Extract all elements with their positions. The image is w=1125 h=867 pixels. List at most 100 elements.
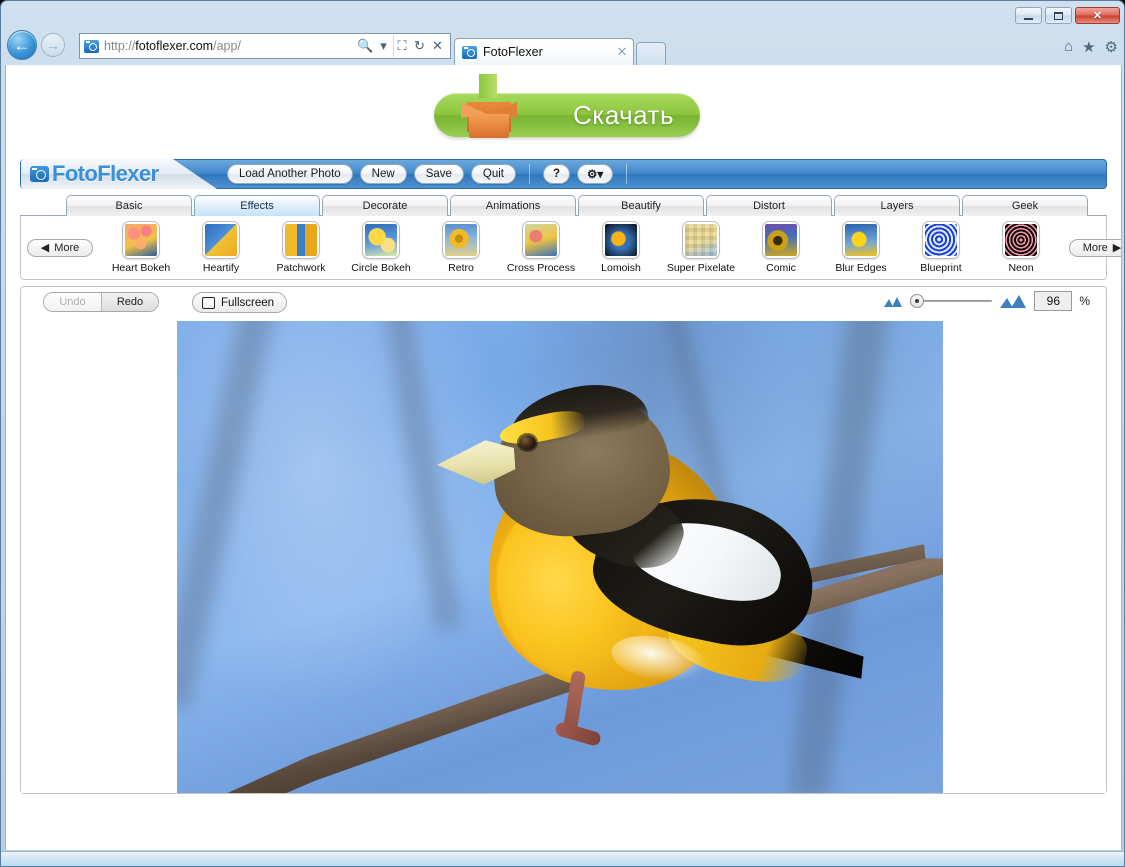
- undo-button[interactable]: Undo: [44, 293, 101, 311]
- effect-thumbnail-list: Heart Bokeh Heartify Patchwork Circle Bo…: [93, 221, 1069, 274]
- effect-thumbnail-retro[interactable]: [442, 221, 480, 259]
- zoom-slider[interactable]: [910, 294, 993, 308]
- help-button[interactable]: ?: [543, 164, 571, 184]
- photo-bird-on-branch[interactable]: [177, 321, 943, 793]
- effect-item[interactable]: Blur Edges: [821, 221, 901, 274]
- app-toolbar-buttons: Load Another Photo New Save Quit ? ⚙▾: [227, 164, 633, 184]
- zoom-out-mountain-icon[interactable]: [883, 295, 903, 308]
- effect-item[interactable]: Retro: [421, 221, 501, 274]
- tab-favicon-icon: [462, 45, 477, 59]
- site-favicon-icon: [84, 39, 99, 53]
- zoom-control: 96 %: [883, 291, 1090, 311]
- maximize-button[interactable]: [1045, 7, 1072, 24]
- effect-item[interactable]: Blueprint: [901, 221, 981, 274]
- tab-basic[interactable]: Basic: [66, 195, 192, 216]
- effect-thumbnail-super-pixelate[interactable]: [682, 221, 720, 259]
- zoom-slider-track: [917, 300, 993, 302]
- effects-prev-more-label: More: [54, 241, 80, 254]
- effect-thumbnail-patchwork[interactable]: [282, 221, 320, 259]
- address-bar[interactable]: http://fotoflexer.com/app/ 🔍 ▾ ⛶ ↻ ✕: [79, 33, 451, 59]
- effects-next-more-button[interactable]: More ▶: [1069, 238, 1121, 257]
- download-ad-banner: Скачать: [6, 65, 1121, 159]
- url-path: /app/: [213, 39, 241, 53]
- effect-label: Neon: [1008, 262, 1034, 274]
- app-brand-name: FotoFlexer: [52, 161, 159, 186]
- effect-label: Cross Process: [506, 262, 576, 274]
- category-tab-bar: Basic Effects Decorate Animations Beauti…: [20, 195, 1107, 216]
- effect-thumbnail-heartify[interactable]: [202, 221, 240, 259]
- redo-button[interactable]: Redo: [101, 293, 158, 311]
- effect-thumbnail-heart-bokeh[interactable]: [122, 221, 160, 259]
- compatibility-view-icon[interactable]: ⛶: [393, 35, 410, 57]
- tab-layers[interactable]: Layers: [834, 195, 960, 216]
- app-toolbar: FotoFlexer Load Another Photo New Save Q…: [20, 159, 1107, 189]
- effect-thumbnail-circle-bokeh[interactable]: [362, 221, 400, 259]
- effects-next-more-label: More: [1082, 241, 1108, 254]
- save-button[interactable]: Save: [413, 164, 464, 184]
- effect-label: Comic: [766, 262, 796, 274]
- effect-thumbnail-comic[interactable]: [762, 221, 800, 259]
- fullscreen-button[interactable]: Fullscreen: [192, 292, 288, 313]
- refresh-icon[interactable]: ↻: [411, 35, 428, 57]
- tab-effects[interactable]: Effects: [194, 195, 320, 216]
- app-logo: FotoFlexer: [21, 159, 217, 189]
- favorites-star-icon[interactable]: ★: [1082, 38, 1095, 56]
- camera-icon: [30, 166, 49, 182]
- effect-label: Circle Bokeh: [351, 262, 411, 274]
- new-button[interactable]: New: [359, 164, 407, 184]
- zoom-in-mountain-icon[interactable]: [999, 294, 1027, 309]
- tab-distort[interactable]: Distort: [706, 195, 832, 216]
- effect-item[interactable]: Circle Bokeh: [341, 221, 421, 274]
- chevron-down-icon[interactable]: ▾: [375, 35, 392, 57]
- url-scheme: http://: [104, 39, 136, 53]
- browser-command-bar: ⌂ ★ ⚙: [1064, 38, 1118, 56]
- search-icon[interactable]: 🔍: [357, 35, 374, 57]
- url-domain: fotoflexer.com: [135, 39, 214, 53]
- toolbar-separator: [529, 164, 530, 184]
- minimize-button[interactable]: [1015, 7, 1042, 24]
- close-button[interactable]: ✕: [1075, 7, 1120, 24]
- browser-window: ✕ ← → http://fotoflexer.com/app/ 🔍 ▾ ⛶ ↻…: [0, 0, 1125, 867]
- tab-geek[interactable]: Geek: [962, 195, 1088, 216]
- settings-gear-icon[interactable]: ⚙▾: [577, 164, 614, 184]
- home-icon[interactable]: ⌂: [1064, 38, 1073, 56]
- gear-icon[interactable]: ⚙: [1105, 38, 1118, 56]
- editor-toolbar: Undo Redo Fullscreen 96 %: [21, 287, 1106, 318]
- tab-close-icon[interactable]: ✕: [615, 44, 629, 60]
- effect-item[interactable]: Comic: [741, 221, 821, 274]
- effect-label: Heartify: [202, 262, 240, 274]
- bird-eye: [519, 435, 536, 450]
- effect-thumbnail-blueprint[interactable]: [922, 221, 960, 259]
- load-another-photo-button[interactable]: Load Another Photo: [227, 164, 353, 184]
- forward-button[interactable]: →: [41, 33, 65, 57]
- effect-thumbnail-blur-edges[interactable]: [842, 221, 880, 259]
- tab-decorate[interactable]: Decorate: [322, 195, 448, 216]
- effect-thumbnail-lomoish[interactable]: [602, 221, 640, 259]
- effect-item[interactable]: Super Pixelate: [661, 221, 741, 274]
- effect-item[interactable]: Lomoish: [581, 221, 661, 274]
- zoom-percent-label: %: [1079, 294, 1090, 308]
- back-button[interactable]: ←: [7, 30, 37, 60]
- download-box-arrow-icon: [453, 74, 525, 142]
- effects-strip: ◀ More Heart Bokeh Heartify Patchwork Ci…: [20, 216, 1121, 280]
- effect-thumbnail-cross-process[interactable]: [522, 221, 560, 259]
- effect-item[interactable]: Heart Bokeh: [101, 221, 181, 274]
- effect-item[interactable]: Neon: [981, 221, 1061, 274]
- undo-redo-group: Undo Redo: [43, 292, 159, 312]
- quit-button[interactable]: Quit: [470, 164, 516, 184]
- stop-icon[interactable]: ✕: [429, 35, 446, 57]
- zoom-value-field[interactable]: 96: [1034, 291, 1073, 311]
- effect-item[interactable]: Patchwork: [261, 221, 341, 274]
- effects-prev-more-button[interactable]: ◀ More: [27, 238, 93, 257]
- zoom-slider-handle[interactable]: [910, 294, 925, 308]
- effect-item[interactable]: Cross Process: [501, 221, 581, 274]
- new-tab-button[interactable]: [636, 42, 666, 65]
- fullscreen-label: Fullscreen: [221, 296, 275, 309]
- tab-beautify[interactable]: Beautify: [578, 195, 704, 216]
- tab-animations[interactable]: Animations: [450, 195, 576, 216]
- browser-tab-title: FotoFlexer: [483, 45, 543, 59]
- editor-canvas[interactable]: [21, 318, 1106, 793]
- effect-thumbnail-neon[interactable]: [1002, 221, 1040, 259]
- browser-tab[interactable]: FotoFlexer ✕: [454, 38, 634, 65]
- effect-item[interactable]: Heartify: [181, 221, 261, 274]
